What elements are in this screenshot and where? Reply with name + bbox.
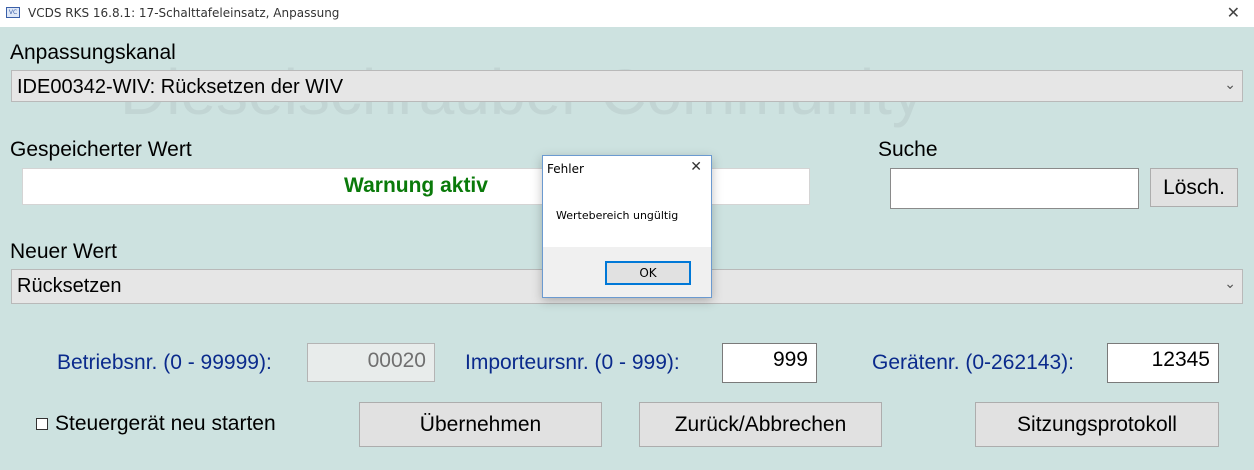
geraetenr-field[interactable]: 12345: [1107, 343, 1219, 383]
dialog-close-icon[interactable]: ✕: [690, 159, 702, 175]
dialog-message: Wertebereich ungültig: [556, 209, 679, 222]
importeursnr-label: Importeursnr. (0 - 999):: [465, 351, 680, 374]
betriebsnr-field: 00020: [307, 343, 435, 382]
new-value-select-value: Rücksetzen: [17, 275, 122, 297]
chevron-down-icon[interactable]: ⌄: [1224, 276, 1236, 292]
dialog-ok-button[interactable]: OK: [605, 261, 691, 285]
search-input[interactable]: [890, 168, 1139, 209]
chevron-down-icon[interactable]: ⌄: [1224, 77, 1236, 93]
cancel-button[interactable]: Zurück/Abbrechen: [639, 402, 882, 447]
channel-select[interactable]: IDE00342-WIV: Rücksetzen der WIV ⌄: [11, 70, 1243, 102]
window-close-icon[interactable]: ✕: [1227, 3, 1240, 22]
search-label: Suche: [878, 138, 938, 161]
channel-label: Anpassungskanal: [10, 41, 176, 64]
channel-select-value: IDE00342-WIV: Rücksetzen der WIV: [17, 76, 344, 98]
dialog-title: Fehler: [547, 162, 584, 176]
apply-button[interactable]: Übernehmen: [359, 402, 602, 447]
window-title: VCDS RKS 16.8.1: 17-Schalttafeleinsatz, …: [28, 6, 340, 20]
vcds-app-icon: VC: [6, 7, 20, 18]
clear-search-button[interactable]: Lösch.: [1150, 168, 1238, 207]
dialog-footer: OK: [543, 247, 711, 297]
session-log-button[interactable]: Sitzungsprotokoll: [975, 402, 1219, 447]
error-dialog: Fehler ✕ Wertebereich ungültig OK: [542, 155, 712, 298]
title-bar: VC VCDS RKS 16.8.1: 17-Schalttafeleinsat…: [0, 0, 1254, 27]
geraetenr-label: Gerätenr. (0-262143):: [872, 351, 1074, 374]
importeursnr-field[interactable]: 999: [722, 343, 817, 383]
new-value-label: Neuer Wert: [10, 240, 117, 263]
stored-value-label: Gespeicherter Wert: [10, 138, 192, 161]
restart-checkbox-label[interactable]: Steuergerät neu starten: [55, 412, 276, 436]
restart-checkbox-icon[interactable]: [36, 418, 48, 430]
betriebsnr-label: Betriebsnr. (0 - 99999):: [57, 351, 272, 374]
